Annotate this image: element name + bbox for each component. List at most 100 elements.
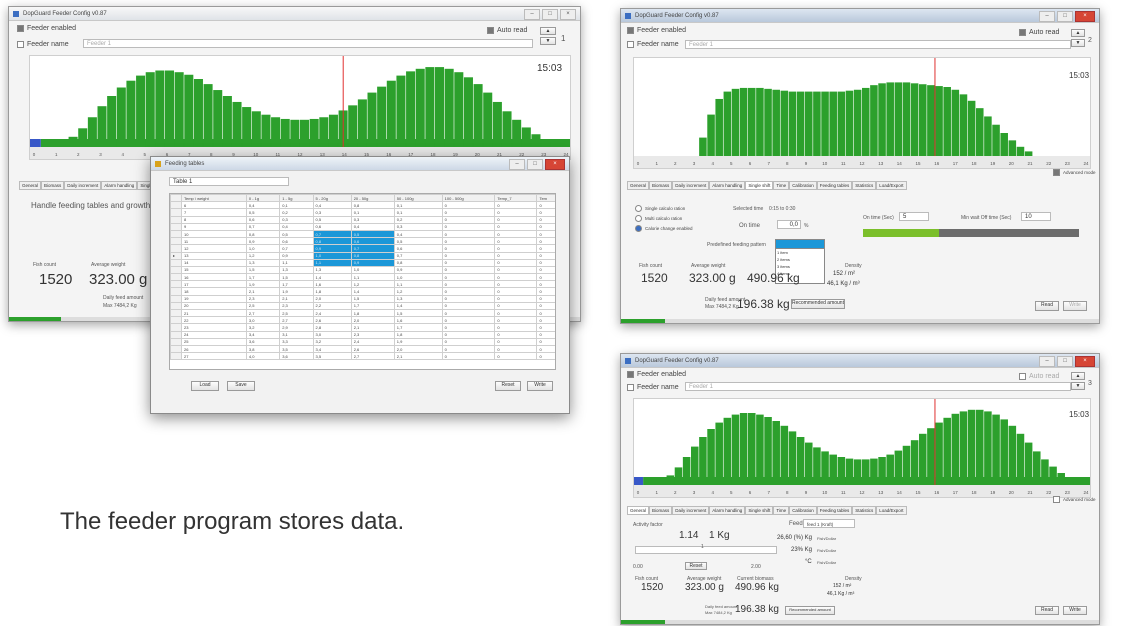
table-cell[interactable]: 1,9: [393, 337, 443, 346]
table-cell[interactable]: 0: [494, 201, 538, 210]
close-button[interactable]: ×: [560, 9, 576, 20]
feed-select[interactable]: feed 1 (Kraft): [803, 519, 855, 528]
row-header[interactable]: [170, 301, 182, 311]
row-header[interactable]: [170, 316, 182, 325]
table-cell[interactable]: 1,8: [393, 330, 443, 339]
dropdown-option[interactable]: 3 items: [776, 263, 824, 270]
tab-time[interactable]: Time: [773, 506, 790, 515]
table-cell[interactable]: 0: [536, 251, 555, 260]
table-cell[interactable]: 2,5: [279, 308, 314, 318]
table-row[interactable]: 21 2,7 2,5 2,4 1,8 1,5 0 0 0: [170, 308, 555, 318]
column-header[interactable]: Tem: [536, 194, 555, 203]
table-cell[interactable]: 1,5: [279, 273, 314, 282]
table-cell[interactable]: 0: [441, 237, 496, 246]
table-cell[interactable]: 0,9: [350, 258, 395, 267]
row-header[interactable]: [170, 265, 182, 275]
table-cell[interactable]: 0,7: [350, 244, 395, 253]
table-cell[interactable]: 1,1: [312, 258, 352, 267]
table-cell[interactable]: 0: [494, 323, 538, 332]
reset-button[interactable]: Reset: [495, 381, 521, 391]
tab-statistics[interactable]: Statistics: [852, 181, 877, 190]
table-cell[interactable]: 19: [181, 294, 247, 303]
slider-reset-button[interactable]: Reset: [685, 562, 707, 570]
table-cell[interactable]: 1,5: [350, 294, 395, 303]
table-cell[interactable]: 2,1: [279, 294, 314, 303]
table-cell[interactable]: 11: [181, 237, 247, 246]
table-cell[interactable]: 0: [441, 229, 496, 239]
table-cell[interactable]: 0: [441, 280, 496, 289]
table-cell[interactable]: 2,2: [312, 301, 352, 311]
table-cell[interactable]: 1,2: [393, 287, 443, 296]
table-row[interactable]: 14 1,3 1,1 1,1 0,9 0,8 0 0 0: [170, 258, 555, 267]
table-cell[interactable]: 0,4: [245, 201, 281, 210]
table-cell[interactable]: 0,5: [245, 208, 281, 217]
table-cell[interactable]: 0: [536, 258, 555, 267]
table-cell[interactable]: 2,7: [279, 316, 314, 325]
table-cell[interactable]: 0,7: [245, 222, 281, 231]
table-cell[interactable]: 0,4: [350, 222, 395, 231]
table-cell[interactable]: 0,9: [279, 251, 314, 260]
table-cell[interactable]: 0,3: [393, 222, 443, 231]
table-cell[interactable]: 0: [494, 229, 538, 239]
table-row[interactable]: ▸ 13 1,2 0,9 1,0 0,8 0,7 0 0 0: [170, 251, 555, 260]
table-cell[interactable]: 1,4: [350, 287, 395, 296]
feeder-name-input[interactable]: Feeder 1: [685, 382, 1071, 391]
table-cell[interactable]: 0: [494, 280, 538, 289]
table-cell[interactable]: 3,6: [279, 352, 314, 361]
save-button[interactable]: Save: [227, 381, 255, 391]
close-button[interactable]: ×: [1075, 356, 1095, 367]
table-cell[interactable]: 2,3: [350, 330, 395, 339]
table-cell[interactable]: 0,2: [393, 215, 443, 224]
advanced-mode-row[interactable]: Advanced mode: [1053, 496, 1096, 503]
table-cell[interactable]: 1,0: [245, 244, 281, 253]
table-cell[interactable]: 0,6: [393, 244, 443, 253]
table-cell[interactable]: 26: [181, 344, 247, 354]
tab-daily-increment[interactable]: Daily increment: [64, 181, 102, 190]
tab-feeding-tables[interactable]: Feeding tables: [816, 181, 853, 190]
table-cell[interactable]: 0,9: [312, 244, 352, 253]
table-cell[interactable]: 0: [536, 215, 555, 224]
table-row[interactable]: 11 0,9 0,6 0,8 0,6 0,5 0 0 0: [170, 237, 555, 246]
table-cell[interactable]: 2,0: [312, 294, 352, 303]
column-header[interactable]: 1 - 5g: [279, 194, 314, 203]
table-cell[interactable]: 18: [181, 287, 247, 296]
table-cell[interactable]: 0,6: [279, 237, 314, 246]
table-row[interactable]: 8 0,6 0,3 0,5 0,3 0,2 0 0 0: [170, 215, 555, 224]
advanced-mode-checkbox[interactable]: [1053, 496, 1060, 503]
row-header[interactable]: ▸: [170, 251, 182, 260]
table-cell[interactable]: 0: [536, 273, 555, 282]
table-cell[interactable]: 0,4: [279, 222, 314, 231]
table-cell[interactable]: 2,7: [245, 308, 281, 318]
feeder-enabled-row[interactable]: Feeder enabled: [627, 371, 686, 378]
table-cell[interactable]: 0,7: [312, 229, 352, 239]
table-cell[interactable]: 1,5: [393, 308, 443, 318]
feeder-name-checkbox[interactable]: [627, 41, 634, 48]
tab-single-shift[interactable]: Single shift: [745, 506, 774, 515]
table-cell[interactable]: 3,4: [312, 344, 352, 354]
tab-alarm-handling[interactable]: Alarm handling: [101, 181, 138, 190]
table-cell[interactable]: 0: [494, 344, 538, 354]
auto-read-row[interactable]: Auto read: [1019, 29, 1059, 36]
table-cell[interactable]: 0,4: [393, 229, 443, 239]
row-header[interactable]: [170, 308, 182, 318]
table-cell[interactable]: 0: [494, 244, 538, 253]
table-cell[interactable]: 0,5: [312, 215, 352, 224]
row-header[interactable]: [170, 352, 182, 361]
feeding-plot-a[interactable]: 0 1 2 3 4 5 6 7 8 9 10 11 12 13 14 15 16 17 18 19 20 21 22 23 24: [29, 55, 571, 160]
table-cell[interactable]: 13: [181, 251, 247, 260]
table-cell[interactable]: 3,5: [279, 344, 314, 354]
table-cell[interactable]: 1,2: [350, 280, 395, 289]
table-cell[interactable]: 0,8: [393, 258, 443, 267]
table-cell[interactable]: 0: [441, 344, 496, 354]
minimize-button[interactable]: –: [524, 9, 540, 20]
table-cell[interactable]: 2,3: [245, 294, 281, 303]
feeder-name-input[interactable]: Feeder 1: [83, 39, 533, 48]
table-cell[interactable]: 0,5: [393, 237, 443, 246]
table-cell[interactable]: 1,6: [312, 280, 352, 289]
table-cell[interactable]: 0: [536, 201, 555, 210]
table-cell[interactable]: 1,7: [245, 273, 281, 282]
table-cell[interactable]: 0: [536, 301, 555, 311]
selection-marker[interactable]: [30, 139, 41, 147]
table-cell[interactable]: 3,8: [245, 344, 281, 354]
table-cell[interactable]: 0: [494, 330, 538, 339]
